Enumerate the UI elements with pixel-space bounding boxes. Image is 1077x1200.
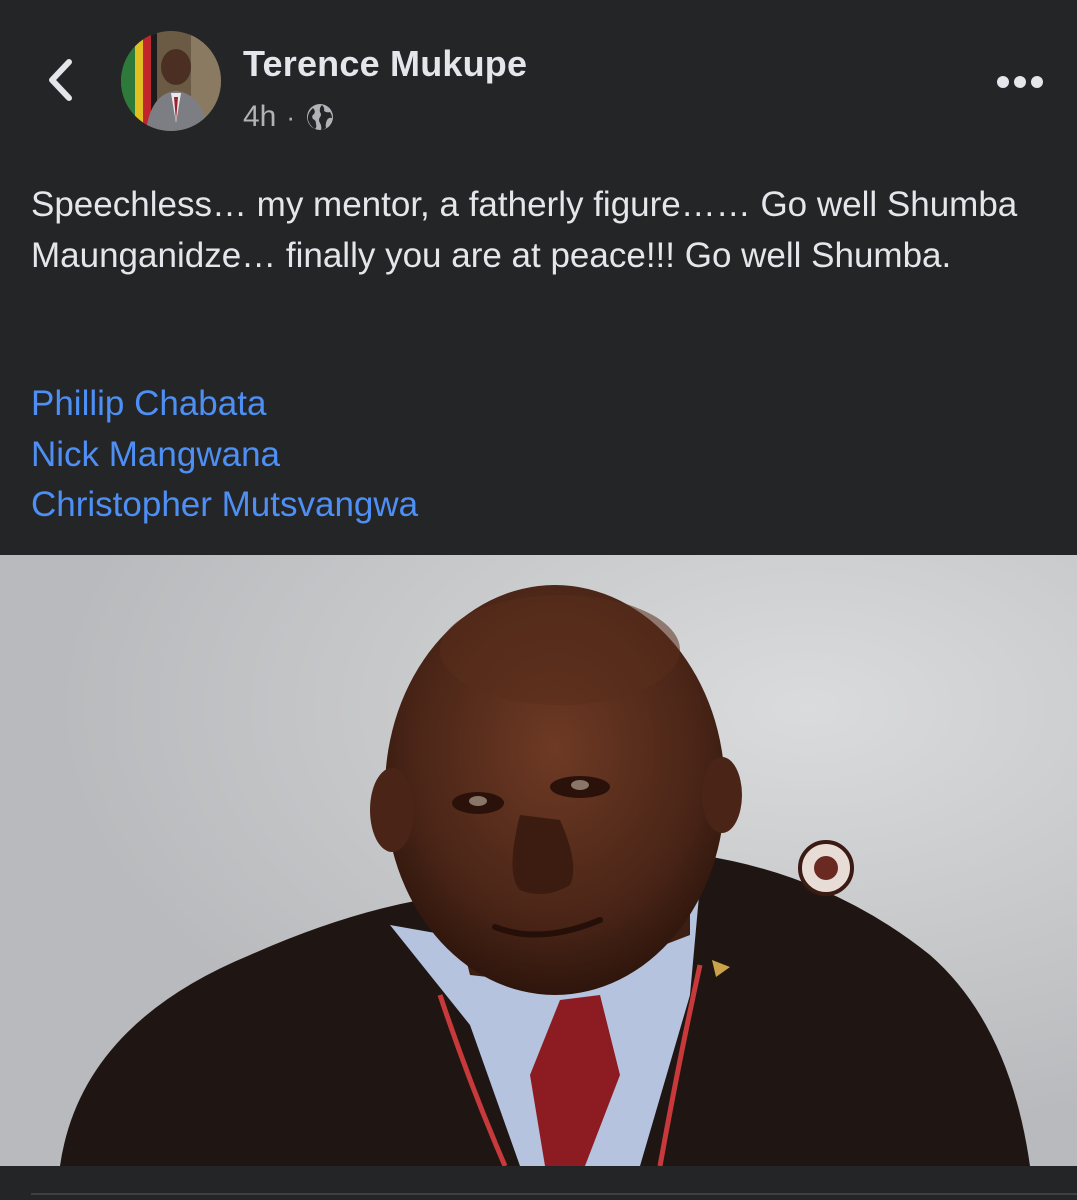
more-horizontal-icon	[997, 76, 1043, 88]
back-button[interactable]	[30, 50, 90, 110]
author-name[interactable]: Terence Mukupe	[243, 43, 527, 85]
post-photo[interactable]	[0, 555, 1077, 1166]
post-header: Terence Mukupe 4h ·	[0, 0, 1077, 150]
tag-link-phillip-chabata[interactable]: Phillip Chabata	[31, 379, 418, 430]
more-options-button[interactable]	[985, 60, 1055, 104]
tag-link-nick-mangwana[interactable]: Nick Mangwana	[31, 430, 418, 481]
tag-link-christopher-mutsvangwa[interactable]: Christopher Mutsvangwa	[31, 480, 418, 531]
divider	[31, 1193, 1077, 1195]
post-meta: 4h ·	[243, 97, 335, 137]
portrait-photo	[0, 555, 1077, 1166]
chevron-left-icon	[49, 59, 72, 101]
post-text: Speechless… my mentor, a fatherly figure…	[31, 185, 1018, 275]
author-avatar[interactable]	[121, 31, 221, 131]
meta-separator: ·	[286, 101, 296, 132]
avatar-photo	[121, 31, 221, 131]
globe-icon[interactable]	[305, 102, 335, 132]
post-time[interactable]: 4h	[243, 100, 276, 134]
tagged-people: Phillip Chabata Nick Mangwana Christophe…	[31, 379, 418, 531]
